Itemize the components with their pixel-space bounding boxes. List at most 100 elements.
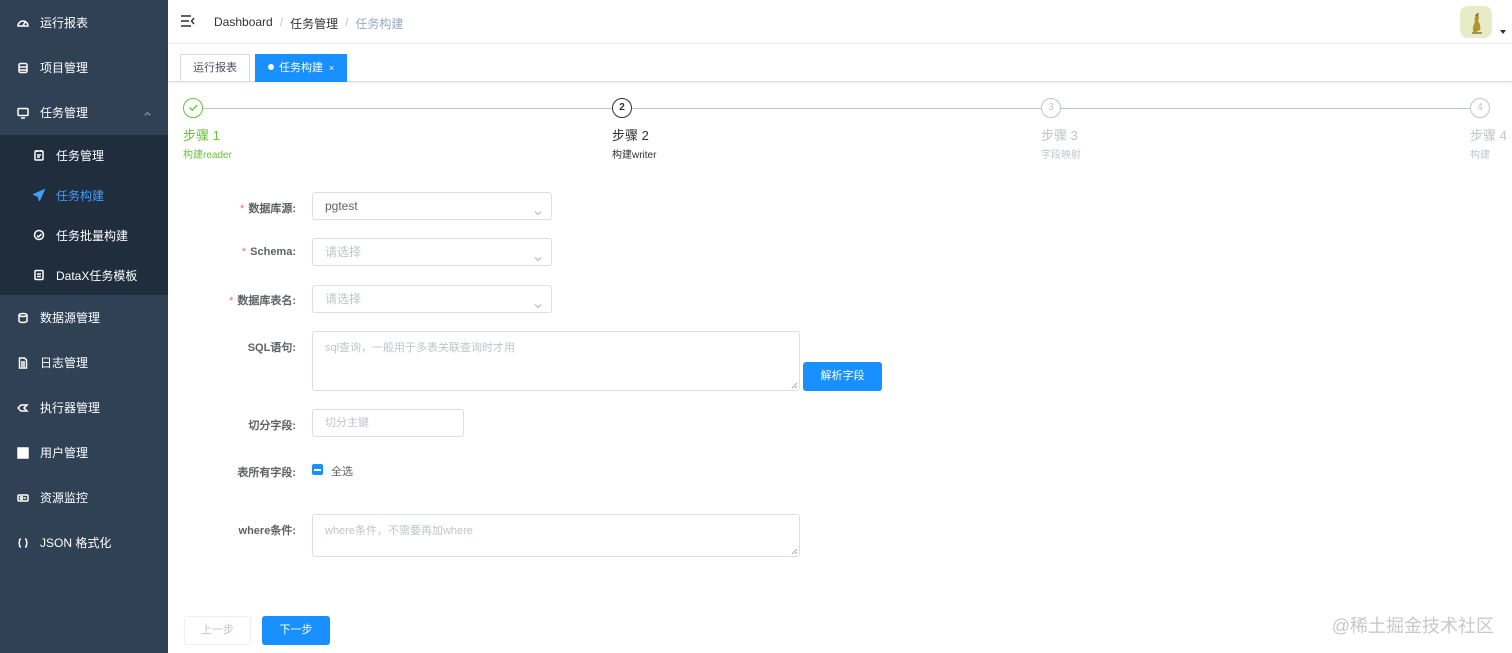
sidebar-subitem-task-build[interactable]: 任务构建 (0, 175, 168, 215)
monitor-icon (16, 106, 30, 120)
monitor-resource-icon (16, 491, 30, 505)
sidebar-item-label: 项目管理 (40, 61, 89, 75)
sidebar-item-projects[interactable]: 项目管理 (0, 45, 168, 90)
sidebar-item-dashboard[interactable]: 运行报表 (0, 0, 168, 45)
sidebar-item-users[interactable]: 用户管理 (0, 430, 168, 475)
datasource-icon (16, 311, 30, 325)
step-description: 构建writer (612, 150, 657, 161)
chevron-up-icon (143, 107, 152, 121)
task-submenu: 任务管理 任务构建 任务批量构建 DataX任务模板 (0, 135, 168, 295)
caret-down-icon[interactable] (1500, 30, 1506, 34)
select-all-label[interactable]: 全选 (331, 463, 353, 479)
active-dot-icon (268, 64, 274, 70)
schema-select[interactable]: 请选择 (312, 238, 552, 266)
table-select[interactable]: 请选择 (312, 285, 552, 313)
navbar: Dashboard / 任务管理 / 任务构建 (168, 0, 1512, 44)
textarea-placeholder: where条件，不需要再加where (325, 525, 473, 537)
sidebar-item-resource-monitor[interactable]: 资源监控 (0, 475, 168, 520)
step-title: 步骤 1 (183, 128, 220, 143)
step-description: 字段映射 (1041, 150, 1081, 161)
steps: 步骤 1 构建reader 2 步骤 2 构建writer 3 步骤 3 字段映… (183, 98, 1512, 168)
avatar[interactable] (1460, 6, 1492, 38)
split-input[interactable]: 切分主键 (312, 409, 464, 437)
sidebar-item-task-management[interactable]: 任务管理 (0, 90, 168, 135)
all-fields-label: 表所有字段: (237, 467, 296, 479)
sidebar-item-json-format[interactable]: JSON 格式化 (0, 520, 168, 565)
sidebar-item-label: 用户管理 (40, 446, 89, 460)
hamburger-icon[interactable] (180, 14, 196, 28)
select-placeholder: 请选择 (325, 292, 362, 306)
select-all-checkbox[interactable] (312, 464, 323, 475)
sidebar-subitem-task-list[interactable]: 任务管理 (0, 135, 168, 175)
dashboard-icon (16, 16, 30, 30)
step-connector (203, 108, 612, 109)
breadcrumb: Dashboard / 任务管理 / 任务构建 (214, 15, 404, 32)
parse-fields-button[interactable]: 解析字段 (803, 362, 882, 391)
template-icon (32, 268, 46, 282)
sidebar: 运行报表 项目管理 任务管理 任务管理 任务构建 任务批量构建 DataX任务模… (0, 0, 168, 653)
breadcrumb-item[interactable]: 任务管理 (290, 15, 338, 32)
breadcrumb-item-current: 任务构建 (355, 17, 404, 31)
step-connector (1061, 108, 1470, 109)
sidebar-item-label: 执行器管理 (40, 401, 101, 415)
grid-icon (16, 446, 30, 460)
sidebar-item-label: JSON 格式化 (40, 536, 112, 550)
split-label: 切分字段: (248, 420, 296, 432)
executor-icon (16, 401, 30, 415)
calendar-icon (32, 148, 46, 162)
step-number: 2 (612, 98, 632, 118)
sidebar-item-logs[interactable]: 日志管理 (0, 340, 168, 385)
prev-step-button[interactable]: 上一步 (184, 616, 251, 645)
braces-icon (16, 536, 30, 550)
sidebar-item-label: 数据源管理 (40, 311, 101, 325)
resize-handle-icon[interactable] (791, 548, 798, 555)
sidebar-item-label: 任务管理 (40, 106, 89, 120)
document-icon (16, 356, 30, 370)
datasource-select[interactable]: pgtest (312, 192, 552, 220)
where-label: where条件: (238, 525, 296, 537)
textarea-placeholder: sql查询，一般用于多表关联查询时才用 (325, 342, 516, 354)
step-description: 构建reader (183, 150, 232, 161)
sidebar-item-datasource[interactable]: 数据源管理 (0, 295, 168, 340)
tab-task-build[interactable]: 任务构建 × (255, 54, 348, 82)
tags-view: 运行报表 任务构建 × (168, 44, 1512, 82)
step-title: 步骤 4 (1470, 128, 1507, 143)
tab-dashboard[interactable]: 运行报表 (180, 54, 250, 82)
chevron-down-icon (533, 294, 543, 320)
table-label: * 数据库表名: (229, 295, 296, 307)
sidebar-subitem-batch-build[interactable]: 任务批量构建 (0, 215, 168, 255)
sidebar-item-label: 资源监控 (40, 491, 89, 505)
check-icon (183, 98, 203, 118)
schema-label: * Schema: (241, 246, 296, 258)
step-number: 3 (1041, 98, 1061, 118)
tab-label: 任务构建 (279, 62, 323, 74)
next-step-button[interactable]: 下一步 (262, 616, 330, 645)
step-connector (632, 108, 1041, 109)
sidebar-item-label: 任务构建 (56, 188, 105, 203)
send-icon (32, 188, 46, 202)
resize-handle-icon[interactable] (791, 382, 798, 389)
sidebar-item-executors[interactable]: 执行器管理 (0, 385, 168, 430)
sidebar-item-label: 日志管理 (40, 356, 89, 370)
sql-textarea[interactable]: sql查询，一般用于多表关联查询时才用 (312, 331, 800, 391)
sidebar-item-label: 任务管理 (56, 148, 105, 163)
where-textarea[interactable]: where条件，不需要再加where (312, 514, 800, 557)
clock-icon (32, 228, 46, 242)
step-title: 步骤 2 (612, 128, 649, 143)
select-placeholder: 请选择 (325, 245, 362, 259)
tab-label: 运行报表 (193, 62, 237, 74)
sidebar-item-label: 运行报表 (40, 16, 89, 30)
step-description: 构建 (1470, 150, 1490, 161)
close-icon[interactable]: × (329, 63, 334, 73)
database-icon (16, 61, 30, 75)
select-value: pgtest (325, 199, 358, 213)
chevron-down-icon (533, 201, 543, 227)
watermark: @稀土掘金技术社区 (1331, 616, 1494, 636)
chevron-down-icon (533, 247, 543, 273)
sidebar-item-label: DataX任务模板 (56, 268, 138, 283)
breadcrumb-item[interactable]: Dashboard (214, 15, 273, 32)
sql-label: SQL语句: (247, 342, 296, 354)
step-number: 4 (1470, 98, 1490, 118)
input-placeholder: 切分主键 (325, 417, 369, 429)
sidebar-subitem-datax-template[interactable]: DataX任务模板 (0, 255, 168, 295)
